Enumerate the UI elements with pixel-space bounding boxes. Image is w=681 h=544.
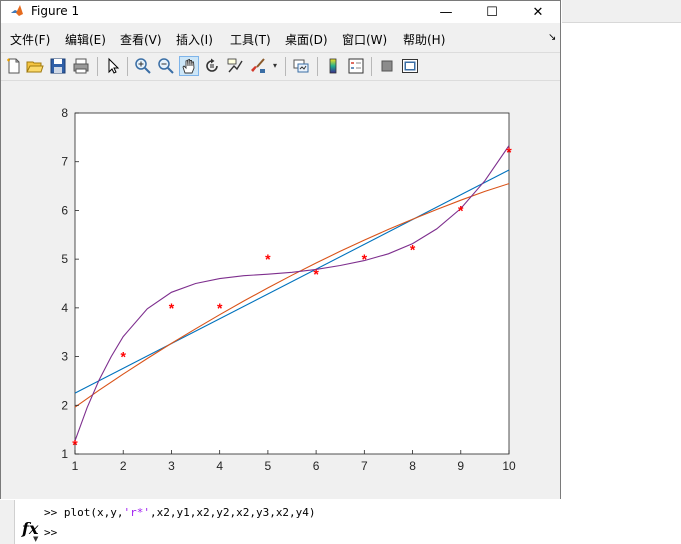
x-tick-label: 9: [457, 459, 464, 473]
toolbar-separator: [371, 57, 372, 76]
legend-icon[interactable]: [347, 57, 365, 75]
figure-window: Figure 1 — ☐ ✕ 文件(F) 编辑(E) 查看(V) 插入(I) 工…: [0, 0, 561, 499]
toolbar-separator: [285, 57, 286, 76]
window-title: Figure 1: [31, 4, 80, 18]
y-tick-label: 8: [61, 106, 68, 120]
figure-canvas: * * * * * * * * * * 1 2 3 4 5 6 7 8 9 10 1 2 3 4 5 6 7 8: [1, 81, 560, 499]
data-cursor-icon[interactable]: [226, 57, 244, 75]
x-tick-label: 4: [216, 459, 223, 473]
zoom-out-icon[interactable]: [157, 57, 175, 75]
x-tick-label: 7: [361, 459, 368, 473]
title-bar: Figure 1 — ☐ ✕: [1, 1, 560, 23]
data-point-marker: *: [313, 266, 319, 282]
data-point-marker: *: [410, 241, 416, 257]
desktop-toolstrip: [562, 0, 681, 23]
x-tick-label: 2: [120, 459, 127, 473]
toolbar-separator: [97, 57, 98, 76]
toolbar-separator: [127, 57, 128, 76]
y-tick-label: 3: [61, 350, 68, 364]
data-point-marker: *: [362, 251, 368, 267]
matlab-app-icon: [11, 5, 23, 16]
x-tick-label: 5: [265, 459, 272, 473]
data-point-marker: *: [217, 300, 223, 316]
new-figure-icon[interactable]: [5, 57, 23, 75]
hide-plot-tools-icon[interactable]: [378, 57, 396, 75]
undock-arrow-icon[interactable]: ↘: [548, 32, 556, 43]
x-tick-label: 8: [409, 459, 416, 473]
y-tick-label: 7: [61, 155, 68, 169]
menu-desktop[interactable]: 桌面(D): [285, 31, 328, 48]
plot-axes[interactable]: * * * * * * * * * * 1 2 3 4 5 6 7 8 9 10 1 2 3 4 5 6 7 8: [1, 81, 560, 499]
command-window-left-margin: [0, 500, 15, 544]
toolbar-separator: [317, 57, 318, 76]
menu-edit[interactable]: 编辑(E): [65, 31, 106, 48]
command-history-line: >> plot(x,y,'r*',x2,y1,x2,y2,x2,y3,x2,y4…: [44, 506, 316, 519]
data-point-marker: *: [72, 436, 78, 452]
data-point-marker: *: [169, 300, 175, 316]
x-tick-label: 1: [72, 459, 79, 473]
minimize-button[interactable]: —: [423, 1, 469, 23]
y-tick-label: 4: [61, 301, 68, 315]
save-icon[interactable]: [49, 57, 67, 75]
menu-insert[interactable]: 插入(I): [176, 31, 213, 48]
menu-help[interactable]: 帮助(H): [403, 31, 445, 48]
x-tick-label: 3: [168, 459, 175, 473]
menu-file[interactable]: 文件(F): [10, 31, 50, 48]
command-prompt[interactable]: >>: [44, 526, 57, 539]
chevron-down-icon: ▼: [33, 535, 39, 543]
data-point-marker: *: [506, 144, 512, 160]
y-tick-label: 1: [61, 447, 68, 461]
figure-toolbar: ▾: [1, 52, 560, 81]
print-icon[interactable]: [72, 57, 90, 75]
x-tick-label: 10: [502, 459, 516, 473]
menu-bar: 文件(F) 编辑(E) 查看(V) 插入(I) 工具(T) 桌面(D) 窗口(W…: [1, 28, 560, 50]
pointer-icon[interactable]: [104, 57, 122, 75]
rotate-3d-icon[interactable]: [203, 57, 221, 75]
brush-dropdown-icon[interactable]: ▾: [270, 57, 280, 75]
x-tick-label: 6: [313, 459, 320, 473]
y-tick-label: 5: [61, 252, 68, 266]
brush-icon[interactable]: [249, 57, 267, 75]
axes-box: [74, 112, 510, 455]
data-point-marker: *: [265, 251, 271, 267]
menu-view[interactable]: 查看(V): [120, 31, 162, 48]
zoom-in-icon[interactable]: [134, 57, 152, 75]
menu-window[interactable]: 窗口(W): [342, 31, 387, 48]
data-point-marker: *: [120, 349, 126, 365]
close-button[interactable]: ✕: [515, 1, 561, 23]
menu-tools[interactable]: 工具(T): [230, 31, 271, 48]
y-tick-label: 2: [61, 398, 68, 412]
show-plot-tools-icon[interactable]: [401, 57, 419, 75]
link-plot-icon[interactable]: [292, 57, 310, 75]
y-tick-label: 6: [61, 203, 68, 217]
maximize-button[interactable]: ☐: [469, 1, 515, 23]
open-file-icon[interactable]: [26, 57, 44, 75]
pan-hand-icon[interactable]: [179, 56, 199, 76]
data-point-marker: *: [458, 202, 464, 218]
colorbar-icon[interactable]: [324, 57, 342, 75]
